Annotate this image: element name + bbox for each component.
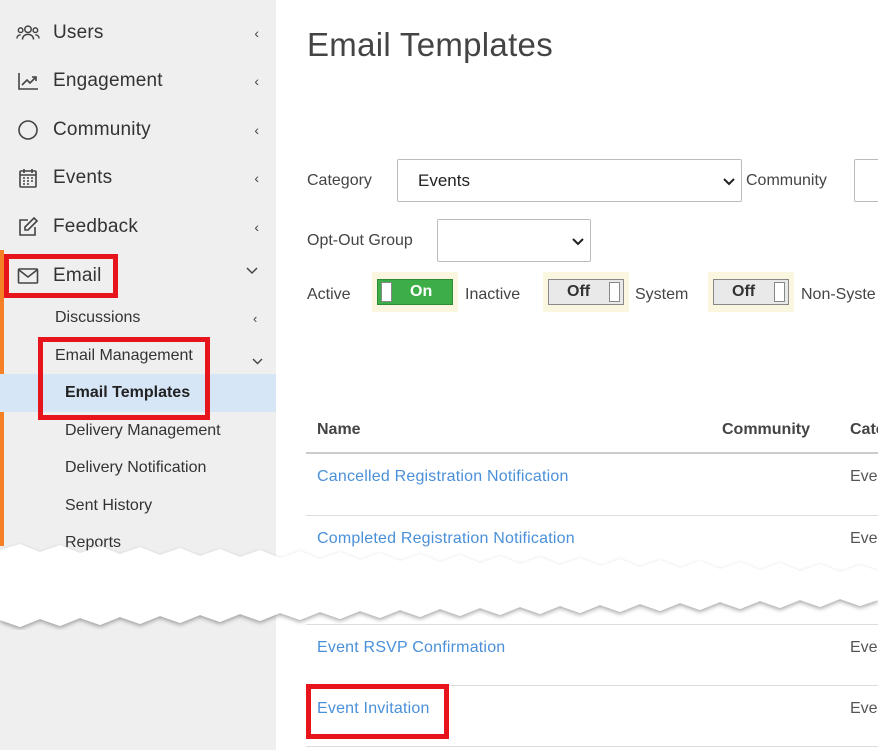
sidebar-item-community[interactable]: Community ‹	[0, 108, 276, 152]
torn-page-break	[0, 544, 878, 627]
sidebar-subitem-discussions[interactable]: Discussions ‹	[55, 301, 276, 335]
sidebar-item-label: Email	[53, 265, 102, 286]
table-header-divider	[306, 452, 878, 454]
column-header-category[interactable]: Cate	[850, 421, 878, 439]
column-header-community[interactable]: Community	[722, 421, 810, 439]
page-title: Email Templates	[307, 26, 553, 63]
sidebar-subitem-label: Delivery Notification	[65, 459, 207, 476]
sidebar-subitem-label: Email Templates	[65, 384, 191, 401]
sidebar-subitem-email-templates[interactable]: Email Templates	[65, 376, 190, 410]
sidebar-subitem-delivery-notification[interactable]: Delivery Notification	[65, 451, 206, 485]
chevron-left-icon: ‹	[254, 170, 259, 186]
toggle-knob	[609, 282, 620, 302]
sidebar-item-label: Events	[53, 167, 113, 188]
row-divider	[306, 746, 878, 747]
sidebar-subitem-label: Delivery Management	[65, 422, 221, 439]
envelope-icon	[16, 264, 40, 288]
chevron-down-icon	[246, 262, 258, 278]
sidebar-item-engagement[interactable]: Engagement ‹	[0, 59, 276, 103]
system-toggle[interactable]: Off	[713, 279, 789, 305]
row-divider	[306, 515, 878, 516]
chevron-left-icon: ‹	[253, 310, 258, 326]
sidebar-item-label: Community	[53, 119, 151, 140]
community-select[interactable]	[854, 159, 878, 202]
sidebar-subitem-email-management[interactable]: Email Management	[55, 339, 276, 373]
category-select[interactable]: Events	[397, 159, 742, 202]
category-label: Category	[307, 172, 372, 189]
column-header-name[interactable]: Name	[317, 421, 361, 439]
toggle-knob	[381, 282, 392, 302]
category-select-value: Events	[418, 170, 470, 190]
active-toggle[interactable]: On	[377, 279, 453, 305]
opt-out-group-label: Opt-Out Group	[307, 232, 413, 249]
users-icon	[16, 21, 40, 45]
sidebar-subitem-label: Discussions	[55, 309, 141, 326]
sidebar-subitem-label: Sent History	[65, 497, 153, 514]
chevron-left-icon: ‹	[254, 73, 259, 89]
calendar-icon	[16, 166, 40, 190]
toggle-knob	[774, 282, 785, 302]
toggle-state-text: Off	[732, 283, 756, 300]
inactive-toggle-wrapper[interactable]: Off	[543, 272, 629, 312]
inactive-label: Inactive	[465, 286, 521, 303]
chevron-left-icon: ‹	[254, 122, 259, 138]
sidebar-item-email[interactable]: Email	[0, 254, 276, 298]
table-cell-category: Eve	[850, 700, 878, 717]
sidebar-lower	[0, 630, 276, 750]
edit-icon	[16, 215, 40, 239]
sidebar-item-label: Feedback	[53, 216, 139, 237]
chevron-left-icon: ‹	[254, 25, 259, 41]
sidebar-item-users[interactable]: Users ‹	[0, 11, 276, 55]
chart-line-icon	[16, 69, 40, 93]
chevron-left-icon: ‹	[254, 219, 259, 235]
toggle-state-text: Off	[567, 283, 591, 300]
sidebar-item-feedback[interactable]: Feedback ‹	[0, 205, 276, 249]
sidebar-subitem-sent-history[interactable]: Sent History	[65, 489, 152, 523]
active-toggle-wrapper[interactable]: On	[372, 272, 458, 312]
system-toggle-wrapper[interactable]: Off	[708, 272, 794, 312]
table-cell-category: Eve	[850, 639, 878, 656]
community-label: Community	[746, 172, 827, 189]
sidebar-item-events[interactable]: Events ‹	[0, 156, 276, 200]
opt-out-group-select[interactable]	[437, 219, 591, 262]
sidebar-subitem-label: Email Management	[55, 347, 193, 364]
row-divider	[306, 624, 878, 625]
template-link[interactable]: Cancelled Registration Notification	[317, 468, 569, 486]
chevron-down-icon	[252, 353, 263, 368]
sidebar-subitem-delivery-management[interactable]: Delivery Management	[65, 414, 221, 448]
row-divider	[306, 685, 878, 686]
table-cell-category: Eve	[850, 468, 878, 485]
template-link[interactable]: Event Invitation	[317, 700, 430, 718]
circle-icon	[16, 118, 40, 142]
sidebar-item-label: Users	[53, 22, 104, 43]
sidebar-item-label: Engagement	[53, 70, 163, 91]
toggle-state-text: On	[410, 283, 433, 300]
non-system-label: Non-Syste	[801, 286, 876, 303]
chevron-down-icon	[723, 171, 735, 191]
inactive-toggle[interactable]: Off	[548, 279, 624, 305]
template-link[interactable]: Event RSVP Confirmation	[317, 639, 505, 657]
system-label: System	[635, 286, 689, 303]
chevron-down-icon	[572, 231, 584, 251]
active-label: Active	[307, 286, 351, 303]
